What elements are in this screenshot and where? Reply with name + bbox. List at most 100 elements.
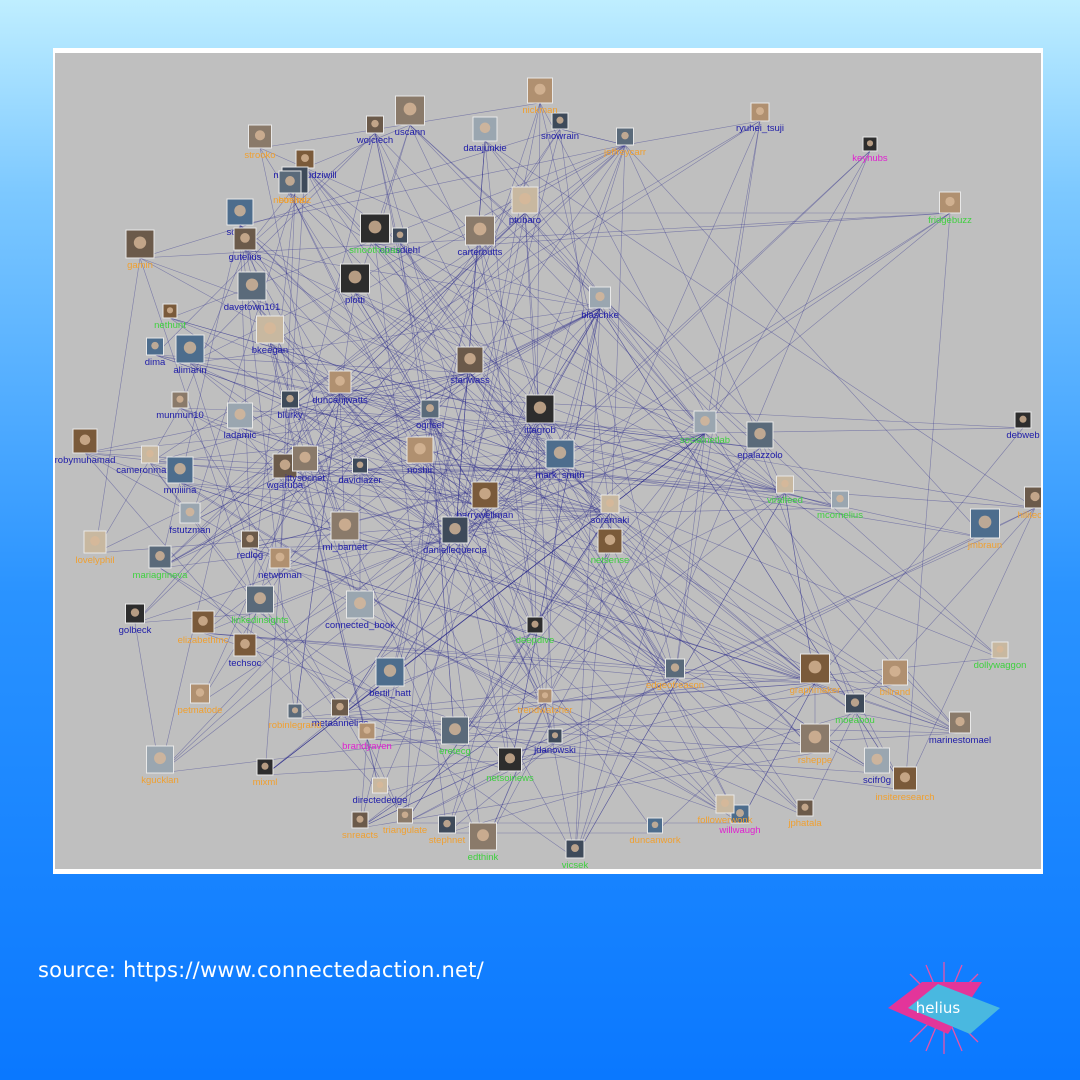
node-label: gutelius bbox=[229, 252, 262, 263]
node-label: directededge bbox=[353, 795, 408, 806]
graph-node: scifr0g bbox=[863, 747, 891, 786]
node-label: alimarin bbox=[173, 365, 206, 376]
node-label: kgucklan bbox=[141, 775, 179, 786]
node-label: jmbraun bbox=[967, 540, 1002, 551]
graph-node: rsheppe bbox=[798, 723, 832, 766]
node-avatar-face bbox=[338, 518, 352, 531]
node-label: jttysocnet bbox=[284, 473, 325, 484]
node-label: techsoc bbox=[229, 658, 262, 669]
node-label: bkeegan bbox=[252, 345, 288, 356]
node-avatar-face bbox=[604, 534, 616, 546]
node-label: epalazzolo bbox=[737, 450, 782, 461]
node-avatar-face bbox=[479, 122, 491, 134]
node-label: mixml bbox=[253, 777, 278, 788]
node-avatar-face bbox=[133, 236, 147, 249]
node-avatar-face bbox=[477, 829, 489, 842]
node-label: stephnet bbox=[429, 835, 466, 846]
node-avatar-face bbox=[978, 515, 992, 529]
node-label: blaschke bbox=[581, 310, 619, 321]
node-label: duncanwork bbox=[629, 835, 680, 846]
node-avatar-face bbox=[279, 459, 291, 471]
node-avatar-face bbox=[473, 222, 487, 236]
node-avatar-face bbox=[195, 688, 205, 697]
node-avatar-face bbox=[541, 692, 549, 699]
graph-node: nickman bbox=[522, 77, 558, 116]
node-avatar-face bbox=[146, 449, 154, 458]
node-label: dima bbox=[145, 357, 166, 368]
node-label: duncanjwatts bbox=[312, 395, 368, 406]
node-avatar-face bbox=[254, 130, 266, 141]
node-label: ittagrob bbox=[524, 425, 556, 436]
node-label: mmiiina bbox=[164, 485, 197, 496]
node-label: netmind bbox=[273, 195, 307, 206]
graph-node: gamin bbox=[125, 229, 155, 271]
node-label: graphmaker bbox=[790, 685, 841, 696]
node-avatar-face bbox=[504, 753, 516, 764]
node-label: scifr0g bbox=[863, 775, 891, 786]
node-avatar-face bbox=[403, 102, 417, 116]
node-label: vicsek bbox=[562, 860, 589, 869]
node-label: daniellequercia bbox=[423, 545, 488, 556]
node-avatar-face bbox=[176, 395, 184, 403]
node-avatar-face bbox=[151, 341, 159, 350]
node-label: insiteresearch bbox=[875, 792, 934, 803]
node-avatar-face bbox=[155, 551, 165, 561]
node-label: socialnetlab bbox=[680, 435, 730, 446]
node-label: fstutzman bbox=[169, 525, 210, 536]
graph-node: edthink bbox=[468, 822, 499, 863]
node-avatar-face bbox=[533, 401, 547, 414]
node-label: netwoman bbox=[258, 570, 302, 581]
node-label: jdanowski bbox=[533, 745, 576, 756]
graph-node: strooko bbox=[244, 124, 276, 161]
node-label: jeffreycarr bbox=[603, 147, 646, 158]
graph-node: ptubaro bbox=[509, 186, 541, 226]
node-avatar-face bbox=[595, 291, 605, 302]
node-avatar-face bbox=[464, 352, 476, 365]
node-avatar-face bbox=[553, 446, 567, 459]
node-avatar-face bbox=[130, 608, 140, 617]
node-avatar-face bbox=[866, 140, 874, 147]
node-avatar-face bbox=[670, 663, 680, 672]
node-avatar-face bbox=[700, 416, 710, 426]
node-label: golbeck bbox=[119, 625, 152, 636]
node-avatar-face bbox=[808, 660, 822, 674]
network-graph: wojciech uscann snowrain ryuhei_tsuji jeffre… bbox=[55, 53, 1041, 869]
node-avatar-face bbox=[275, 552, 285, 562]
graph-node: vicsek bbox=[562, 839, 589, 869]
node-label: mark_smith bbox=[535, 470, 584, 481]
node-avatar-face bbox=[371, 119, 379, 128]
node-label: robymuhamad bbox=[55, 455, 115, 466]
node-label: soramaki bbox=[591, 515, 630, 526]
node-label: billrand bbox=[880, 687, 911, 698]
node-avatar-face bbox=[234, 408, 246, 420]
node-avatar-face bbox=[651, 821, 659, 829]
node-label: netsense bbox=[591, 555, 630, 566]
node-avatar-face bbox=[376, 781, 384, 789]
node-avatar-face bbox=[889, 665, 901, 677]
node-label: viralfeed bbox=[767, 495, 803, 506]
node-label: uscann bbox=[395, 127, 426, 138]
node-label: redlog bbox=[237, 550, 263, 561]
node-label: elizabethmc bbox=[178, 635, 229, 646]
node-label: stanwass bbox=[450, 375, 490, 386]
node-label: fridgebuzz bbox=[928, 215, 972, 226]
node-avatar-face bbox=[756, 107, 764, 116]
node-avatar-face bbox=[264, 322, 276, 335]
node-label: gamin bbox=[127, 260, 153, 271]
node-avatar-face bbox=[291, 707, 299, 714]
node-label: debweb bbox=[1006, 430, 1039, 441]
node-avatar-face bbox=[808, 730, 822, 744]
node-label: davetown101 bbox=[224, 302, 281, 313]
node-label: ogrisel bbox=[416, 420, 444, 431]
graph-node: noshir bbox=[406, 436, 434, 476]
node-avatar-face bbox=[363, 726, 371, 734]
node-label: trendwatcher bbox=[518, 705, 573, 716]
network-graph-svg: wojciechuscann snowrain ryuhei_tsujijeffre… bbox=[55, 53, 1041, 869]
node-avatar-face bbox=[354, 597, 366, 610]
node-avatar-face bbox=[449, 522, 461, 535]
node-avatar-face bbox=[299, 451, 311, 463]
node-avatar-face bbox=[166, 307, 174, 314]
node-avatar-face bbox=[1030, 491, 1040, 502]
node-label: deepdive bbox=[516, 635, 555, 646]
node-avatar-face bbox=[234, 204, 246, 217]
